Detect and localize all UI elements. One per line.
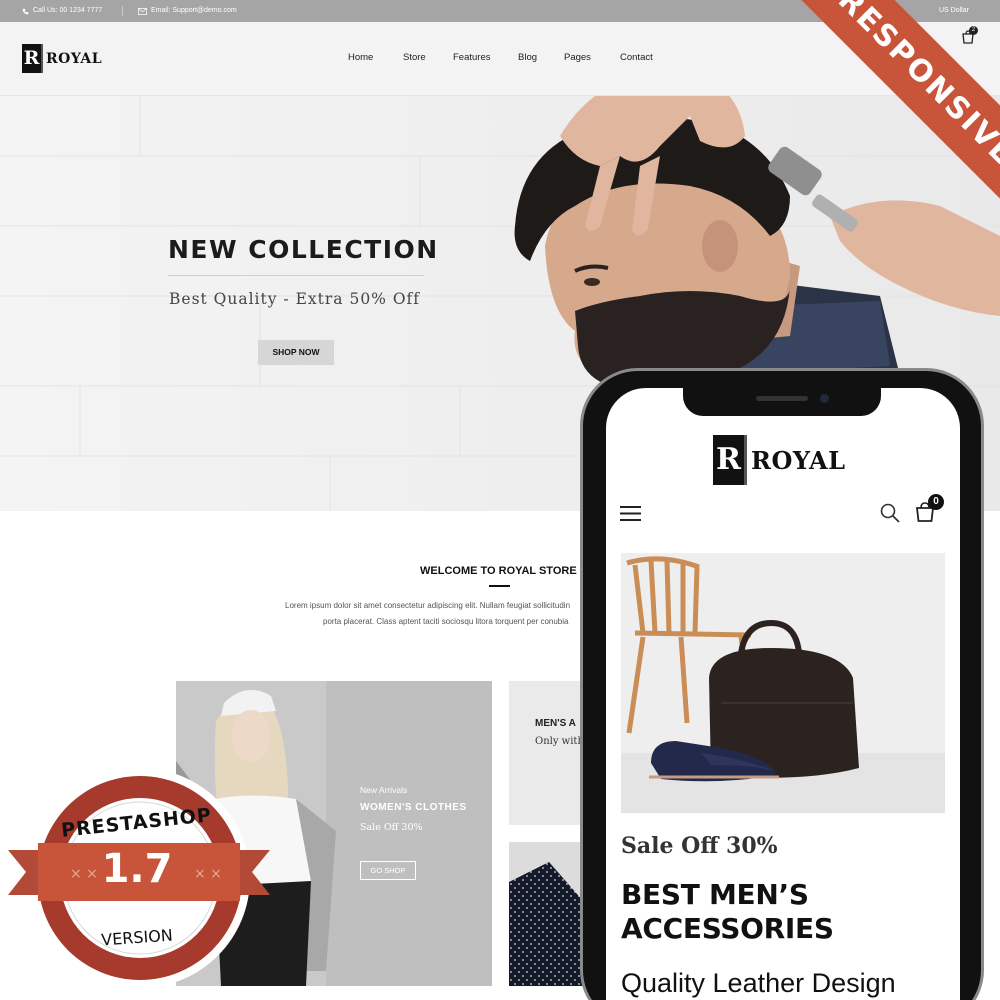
shirt-banner[interactable]	[509, 842, 589, 986]
nav-pages[interactable]: Pages	[564, 52, 591, 63]
search-icon[interactable]	[880, 503, 900, 523]
top-bar-phone: Call Us: 00 1234 7777	[22, 0, 102, 22]
mens-banner-subtitle: Only with	[535, 736, 584, 747]
mens-banner-title: MEN'S A	[535, 718, 576, 729]
site-header: R ROYAL Home Store Features Blog Pages C…	[0, 22, 1000, 96]
nav-home[interactable]: Home	[348, 52, 373, 63]
welcome-divider	[489, 585, 510, 587]
mobile-product-image[interactable]	[621, 553, 945, 813]
currency-label: US Dollar	[939, 7, 969, 14]
mobile-logo-mark: R	[713, 435, 747, 485]
mobile-title-line-2: ACCESSORIES	[621, 912, 834, 945]
badge-decoration-right: × ×	[194, 866, 222, 882]
nav-store[interactable]: Store	[403, 52, 426, 63]
phone-camera	[820, 394, 829, 403]
mobile-cart-count: 0	[928, 494, 944, 510]
hero-divider	[168, 275, 424, 276]
logo-text: ROYAL	[46, 50, 103, 67]
mobile-sale-text: Sale Off 30%	[621, 833, 778, 859]
site-logo[interactable]: R ROYAL	[22, 44, 102, 73]
mobile-title-line-1: BEST MEN’S	[621, 878, 809, 911]
hamburger-menu-icon[interactable]	[620, 505, 641, 522]
welcome-title: WELCOME TO ROYAL STORE	[420, 565, 577, 577]
mail-icon	[138, 7, 147, 15]
cart-count-badge: 2	[969, 26, 978, 35]
phone-icon	[22, 8, 29, 14]
badge-decoration-left: × ×	[70, 866, 98, 882]
hero-subtitle: Best Quality - Extra 50% Off	[169, 290, 421, 308]
mobile-logo-text: ROYAL	[751, 445, 846, 475]
go-shop-button[interactable]: GO SHOP	[360, 861, 416, 880]
mens-accessories-banner[interactable]: MEN'S A Only with	[509, 681, 589, 825]
welcome-text-line-2: porta placerat. Class aptent taciti soci…	[323, 617, 569, 626]
phone-text: Call Us: 00 1234 7777	[33, 7, 103, 14]
dotted-shirt-image	[509, 842, 589, 986]
logo-mark: R	[22, 44, 43, 73]
phone-speaker	[756, 396, 808, 401]
chair-bag-shoes-image	[621, 553, 945, 813]
top-bar-divider	[122, 6, 123, 16]
womens-sale-text: Sale Off 30%	[360, 822, 423, 833]
welcome-text-line-1: Lorem ipsum dolor sit amet consectetur a…	[285, 601, 571, 610]
nav-contact[interactable]: Contact	[620, 52, 653, 63]
badge-version-number: 1.7	[101, 846, 173, 892]
top-bar: Call Us: 00 1234 7777 Email: Support@dem…	[0, 0, 1000, 22]
new-arrivals-label: New Arrivals	[360, 785, 408, 795]
top-bar-email[interactable]: Email: Support@demo.com	[138, 0, 237, 22]
currency-selector[interactable]: US Dollar	[939, 0, 969, 22]
mobile-logo[interactable]: R ROYAL	[713, 435, 845, 485]
email-text: Email: Support@demo.com	[151, 7, 237, 14]
womens-clothes-title: WOMEN'S CLOTHES	[360, 802, 467, 813]
shop-now-button[interactable]: SHOP NOW	[258, 340, 334, 365]
nav-blog[interactable]: Blog	[518, 52, 537, 63]
nav-features[interactable]: Features	[453, 52, 491, 63]
mobile-subtitle: Quality Leather Design	[621, 968, 896, 998]
hero-title: NEW COLLECTION	[168, 235, 439, 264]
